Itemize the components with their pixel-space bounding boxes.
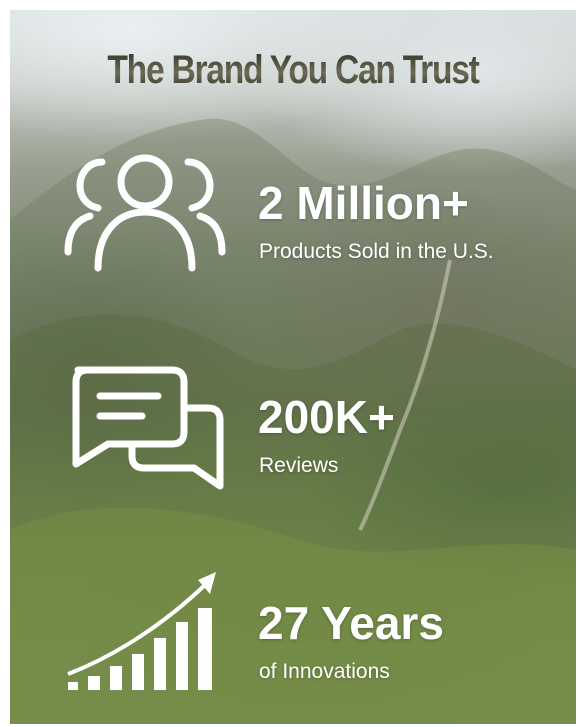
stat-label: Products Sold in the U.S. bbox=[259, 240, 494, 263]
stat-label: of Innovations bbox=[259, 660, 390, 683]
stat-years: 27 Years of Innovations bbox=[10, 562, 576, 702]
trust-banner: The Brand You Can Trust 2 Million+ Produ… bbox=[10, 10, 576, 724]
chat-bubbles-icon bbox=[60, 358, 230, 498]
stat-value: 200K+ bbox=[258, 391, 395, 443]
page-title: The Brand You Can Trust bbox=[55, 48, 530, 93]
growth-chart-icon bbox=[60, 562, 230, 702]
stat-products-sold: 2 Million+ Products Sold in the U.S. bbox=[10, 140, 576, 280]
stat-label: Reviews bbox=[259, 454, 339, 477]
stat-value: 2 Million+ bbox=[258, 177, 469, 229]
stat-value: 27 Years bbox=[258, 597, 444, 649]
stat-reviews: 200K+ Reviews bbox=[10, 358, 576, 498]
users-group-icon bbox=[60, 140, 230, 280]
